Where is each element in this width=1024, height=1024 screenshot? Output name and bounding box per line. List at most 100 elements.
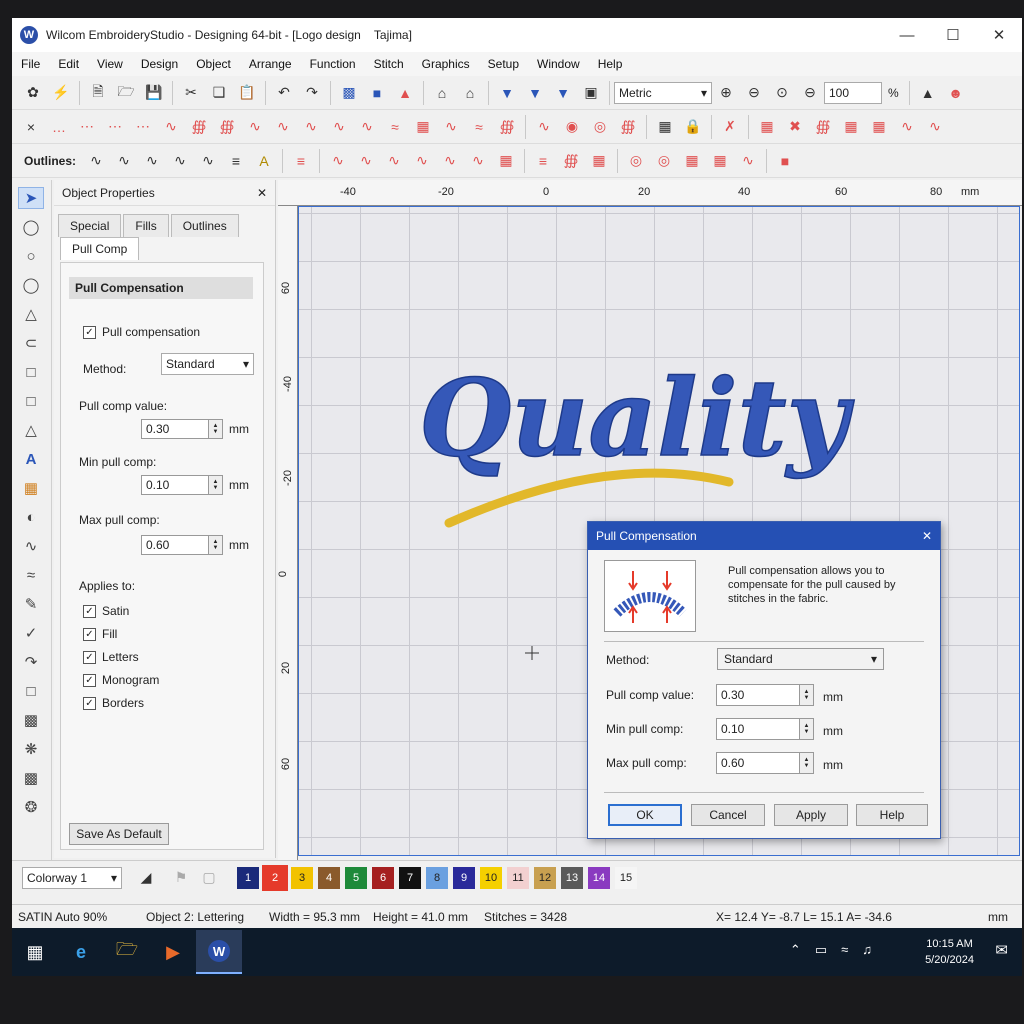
menu-object[interactable]: Object	[187, 57, 240, 71]
contour-icon[interactable]: ∰	[496, 116, 518, 138]
outline-l-icon[interactable]: ◎	[653, 150, 675, 172]
zoom-out-icon[interactable]: ⊖	[743, 82, 765, 104]
pattern-b-icon[interactable]: ✖	[784, 116, 806, 138]
outline-m2-icon[interactable]: ▦	[681, 150, 703, 172]
outline-n-icon[interactable]: ▦	[709, 150, 731, 172]
apply-button[interactable]: Apply	[774, 804, 848, 826]
menu-window[interactable]: Window	[528, 57, 589, 71]
lock-icon[interactable]: 🔒	[682, 116, 704, 138]
copy-icon[interactable]: ❏	[208, 82, 230, 104]
ellipse-icon[interactable]: ◯	[18, 274, 44, 296]
digitize-icon[interactable]: △	[18, 419, 44, 441]
save-as-default-button[interactable]: Save As Default	[69, 823, 169, 845]
applies-monogram-checkbox[interactable]: ✓ Monogram	[83, 673, 159, 687]
menu-file[interactable]: File	[12, 57, 49, 71]
menu-arrange[interactable]: Arrange	[240, 57, 301, 71]
file-explorer-icon[interactable]: 🗁	[104, 930, 150, 974]
outline-e-icon[interactable]: ∿	[439, 150, 461, 172]
stitch-edit-icon[interactable]: ≈	[18, 564, 44, 586]
thread-swatch[interactable]: 11	[507, 866, 529, 889]
stipple-icon[interactable]: ∿	[328, 116, 350, 138]
close-icon[interactable]: ✕	[976, 18, 1022, 52]
applies-borders-checkbox[interactable]: ✓ Borders	[83, 696, 144, 710]
machine-icon[interactable]: ▲	[917, 82, 939, 104]
media-player-icon[interactable]: ▶	[150, 930, 196, 974]
thread-swatch[interactable]: 14	[588, 866, 610, 889]
undo-icon[interactable]: ↶	[273, 82, 295, 104]
notification-icon[interactable]: ✉	[995, 941, 1008, 959]
outline-f-icon[interactable]: ∿	[467, 150, 489, 172]
zoom-box-icon[interactable]: ⊙	[771, 82, 793, 104]
spin-down-icon[interactable]: ▼	[804, 695, 810, 701]
menu-function[interactable]: Function	[301, 57, 365, 71]
design-lettering[interactable]: Quality	[418, 354, 855, 481]
stitch-angle-icon[interactable]: ✗	[719, 116, 741, 138]
thread-swatch[interactable]: 3	[291, 866, 313, 889]
motif-icon[interactable]: ∿	[356, 116, 378, 138]
palette-nav-icon[interactable]: ▢	[198, 867, 220, 889]
star-icon[interactable]: ❋	[18, 738, 44, 760]
pattern-g-icon[interactable]: ∿	[924, 116, 946, 138]
frame-icon[interactable]: □	[18, 390, 44, 412]
thread-swatch[interactable]: 7	[399, 866, 421, 889]
ok-button[interactable]: OK	[608, 804, 682, 826]
dialog-max-value[interactable]: 0.60	[716, 752, 800, 774]
units-combo[interactable]: Metric ▾	[614, 81, 712, 104]
max-pull-comp-value[interactable]: 0.60	[141, 535, 209, 555]
flexi-icon[interactable]: ∰	[617, 116, 639, 138]
spin-down-icon[interactable]: ▼	[213, 429, 219, 435]
transform-icon[interactable]: □	[18, 361, 44, 383]
satin-icon[interactable]: ∰	[188, 116, 210, 138]
outline-k-icon[interactable]: ◎	[625, 150, 647, 172]
radial-icon[interactable]: ◉	[561, 116, 583, 138]
spin-down-icon[interactable]: ▼	[804, 729, 810, 735]
tab-special[interactable]: Special	[58, 214, 122, 237]
thread-swatch[interactable]: 6	[372, 866, 394, 889]
run-stitch-icon[interactable]: …	[48, 116, 70, 138]
florentine-icon[interactable]: ≈	[468, 116, 490, 138]
curve-icon[interactable]: ∿	[533, 116, 555, 138]
menu-graphics[interactable]: Graphics	[413, 57, 479, 71]
wheel-icon[interactable]: ❂	[18, 796, 44, 818]
thread-swatch[interactable]: 15	[615, 866, 637, 889]
e-stitch-icon[interactable]: ∿	[244, 116, 266, 138]
tab-fills[interactable]: Fills	[123, 214, 169, 237]
menu-view[interactable]: View	[88, 57, 132, 71]
select-arrow-icon[interactable]: ➤	[18, 187, 44, 209]
thread-swatch[interactable]: 4	[318, 866, 340, 889]
needle-stack-icon[interactable]: ▼	[552, 82, 574, 104]
grid-icon[interactable]: ▦	[654, 116, 676, 138]
outline-c-icon[interactable]: ∿	[383, 150, 405, 172]
thread-swatch[interactable]: 13	[561, 866, 583, 889]
open-folder-icon[interactable]: 🗁	[115, 82, 137, 104]
outline-wave-icon[interactable]: ∿	[113, 150, 135, 172]
outline-lines-icon[interactable]: ≡	[290, 150, 312, 172]
maximize-icon[interactable]: ☐	[930, 18, 976, 52]
max-pull-comp-spinner[interactable]: 0.60 ▲ ▼	[141, 535, 223, 555]
embroidery-studio-taskbar-icon[interactable]: W	[196, 930, 242, 974]
new-file-icon[interactable]: 🗎	[87, 82, 109, 104]
wand-icon[interactable]: ⚡	[50, 82, 72, 104]
zoom-in-icon[interactable]: ⊕	[715, 82, 737, 104]
color-film-icon[interactable]: ▲	[394, 82, 416, 104]
wifi-icon[interactable]: ≈	[841, 942, 848, 958]
user-settings-icon[interactable]: ☻	[945, 82, 967, 104]
satin-raised-icon[interactable]: ∰	[216, 116, 238, 138]
wave-icon[interactable]: ≈	[384, 116, 406, 138]
battery-icon[interactable]: ▭	[815, 942, 827, 958]
thread-swatch[interactable]: 5	[345, 866, 367, 889]
stitch-player-icon[interactable]: ▩	[338, 82, 360, 104]
color-icon[interactable]: ▦	[18, 477, 44, 499]
menu-design[interactable]: Design	[132, 57, 187, 71]
outline-o-icon[interactable]: ∿	[737, 150, 759, 172]
rectangle-icon[interactable]: □	[18, 680, 44, 702]
home-icon[interactable]: ⌂	[431, 82, 453, 104]
menu-help[interactable]: Help	[589, 57, 632, 71]
pull-comp-value-spinner[interactable]: 0.30 ▲ ▼	[141, 419, 223, 439]
pull-comp-checkbox-row[interactable]: ✓ Pull compensation	[83, 325, 200, 339]
dialog-pull-comp-value[interactable]: 0.30	[716, 684, 800, 706]
redo-icon[interactable]: ↷	[301, 82, 323, 104]
cancel-button[interactable]: Cancel	[691, 804, 765, 826]
minimize-icon[interactable]: —	[884, 18, 930, 52]
checkbox-checked-icon[interactable]: ✓	[83, 627, 96, 641]
